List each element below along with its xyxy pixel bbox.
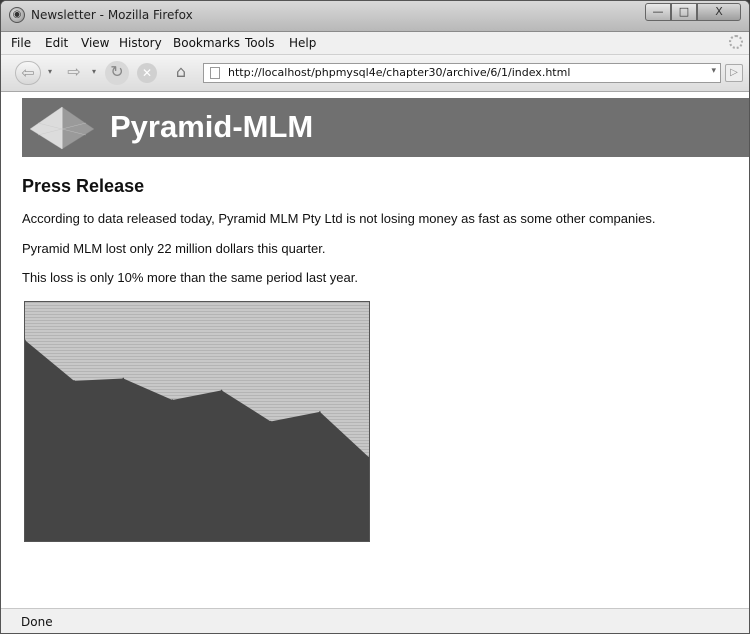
- menu-history[interactable]: History: [119, 36, 162, 50]
- status-text: Done: [21, 615, 53, 629]
- chart-point: [220, 389, 223, 392]
- navigation-toolbar: ⇦ ▾ ⇨ ▾ ↻ ✕ ⌂ http://localhost/phpmysql4…: [1, 55, 749, 92]
- page-icon: [210, 67, 220, 79]
- menu-file[interactable]: File: [11, 36, 31, 50]
- go-button[interactable]: ▷: [725, 64, 743, 82]
- site-banner: Pyramid-MLM: [22, 98, 749, 157]
- reload-button[interactable]: ↻: [105, 61, 129, 85]
- browser-window: ◉ Newsletter - Mozilla Firefox — □ X Fil…: [0, 0, 750, 634]
- pyramid-logo-icon: [29, 106, 95, 150]
- page-content: Pyramid-MLM Press Release According to d…: [11, 93, 749, 607]
- forward-button[interactable]: ⇨: [61, 61, 87, 85]
- firefox-icon: ◉: [9, 7, 25, 23]
- close-button[interactable]: X: [697, 3, 741, 21]
- menu-help[interactable]: Help: [289, 36, 316, 50]
- back-button[interactable]: ⇦: [15, 61, 41, 85]
- forward-dropdown-icon[interactable]: ▾: [89, 61, 99, 85]
- maximize-button[interactable]: □: [671, 3, 697, 21]
- paragraph: This loss is only 10% more than the same…: [22, 270, 358, 285]
- chart-point: [319, 411, 321, 413]
- chart-point: [122, 377, 125, 380]
- chart-point: [171, 399, 174, 401]
- home-button[interactable]: ⌂: [169, 61, 193, 85]
- menu-bookmarks[interactable]: Bookmarks: [173, 36, 240, 50]
- paragraph: Pyramid MLM lost only 22 million dollars…: [22, 241, 326, 256]
- menu-bar: File Edit View History Bookmarks Tools H…: [1, 32, 749, 55]
- throbber-icon: [729, 35, 743, 49]
- paragraph: According to data released today, Pyrami…: [22, 211, 656, 226]
- stop-button[interactable]: ✕: [137, 63, 157, 83]
- address-text: http://localhost/phpmysql4e/chapter30/ar…: [228, 66, 571, 79]
- address-dropdown-icon[interactable]: ▾: [711, 66, 716, 76]
- menu-view[interactable]: View: [81, 36, 109, 50]
- minimize-button[interactable]: —: [645, 3, 671, 21]
- title-bar[interactable]: ◉ Newsletter - Mozilla Firefox — □ X: [1, 1, 749, 32]
- address-bar[interactable]: http://localhost/phpmysql4e/chapter30/ar…: [203, 63, 721, 83]
- loss-chart: [24, 301, 370, 542]
- back-dropdown-icon[interactable]: ▾: [45, 61, 55, 85]
- chart-point: [269, 420, 272, 423]
- window-title: Newsletter - Mozilla Firefox: [31, 8, 193, 22]
- menu-tools[interactable]: Tools: [245, 36, 275, 50]
- chart-point: [73, 380, 75, 382]
- status-bar: Done: [1, 608, 749, 633]
- window-controls: — □ X: [645, 3, 741, 21]
- menu-edit[interactable]: Edit: [45, 36, 68, 50]
- page-heading: Press Release: [22, 176, 145, 196]
- loss-chart-svg: [24, 302, 370, 541]
- site-title: Pyramid-MLM: [110, 109, 314, 144]
